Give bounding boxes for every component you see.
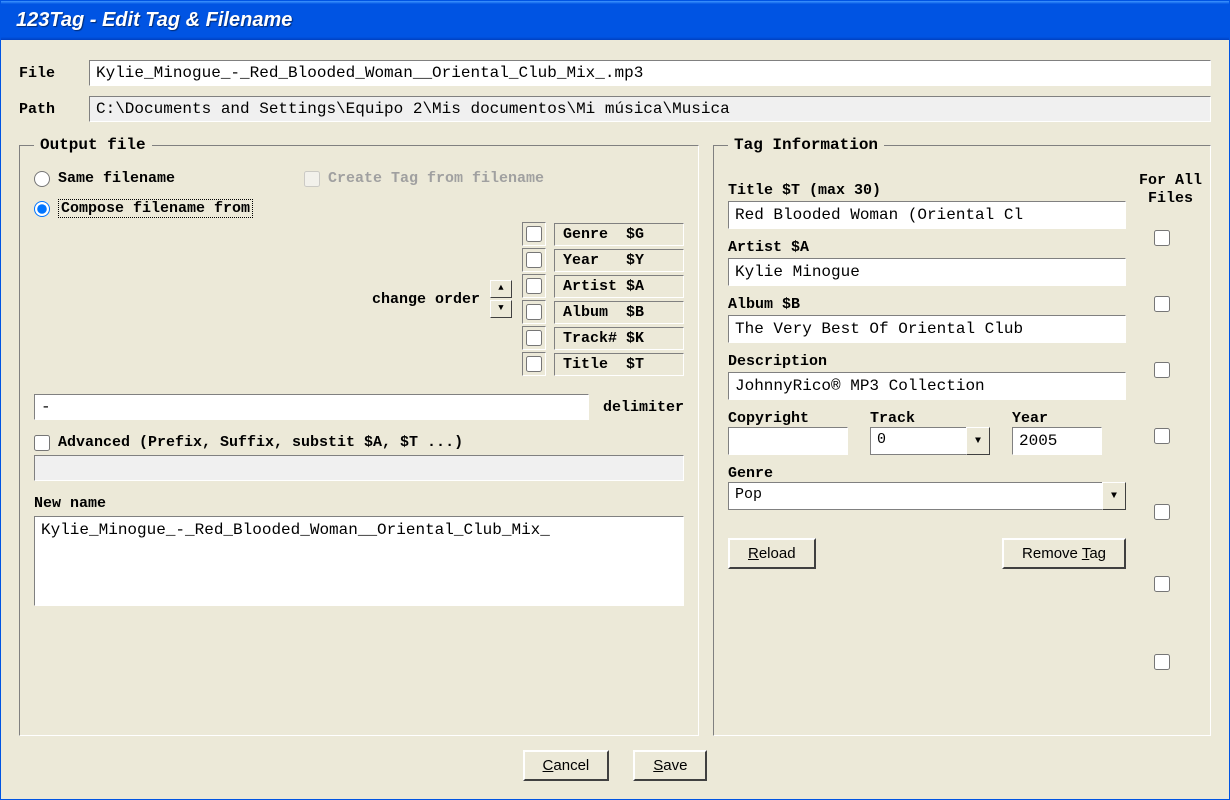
compose-track-label: Track# $K <box>554 327 684 350</box>
same-filename-radio[interactable] <box>34 171 50 187</box>
path-row: Path <box>19 96 1211 122</box>
order-up-button[interactable]: ▲ <box>490 280 512 298</box>
file-input[interactable] <box>89 60 1211 86</box>
compose-track-checkbox[interactable] <box>526 330 542 346</box>
bottom-buttons: Cancel Save <box>19 736 1211 789</box>
track-select[interactable]: 0 ▼ <box>870 427 990 455</box>
for-all-checkbox-column <box>1134 230 1190 670</box>
create-tag-label: Create Tag from filename <box>328 170 544 187</box>
compose-item-artist: Artist $A <box>522 274 684 298</box>
year-label: Year <box>1012 410 1102 427</box>
compose-item-album: Album $B <box>522 300 684 324</box>
album-label: Album $B <box>728 296 1126 313</box>
compose-artist-label: Artist $A <box>554 275 684 298</box>
artist-input[interactable] <box>728 258 1126 286</box>
for-all-cty-checkbox[interactable] <box>1154 504 1170 520</box>
for-all-album-checkbox[interactable] <box>1154 362 1170 378</box>
genre-block: Genre Pop ▼ <box>728 465 1126 510</box>
titlebar: 123Tag - Edit Tag & Filename <box>1 1 1229 40</box>
compose-album-checkbox[interactable] <box>526 304 542 320</box>
same-filename-label: Same filename <box>58 170 175 187</box>
output-file-group: Output file Same filename Create Tag fro… <box>19 136 699 736</box>
delimiter-label: delimiter <box>603 399 684 416</box>
copyright-label: Copyright <box>728 410 848 427</box>
for-all-artist-checkbox[interactable] <box>1154 296 1170 312</box>
genre-value: Pop <box>728 482 1102 510</box>
window: 123Tag - Edit Tag & Filename File Path O… <box>0 0 1230 800</box>
compose-year-label: Year $Y <box>554 249 684 272</box>
file-label: File <box>19 65 75 82</box>
for-all-genre-checkbox[interactable] <box>1154 576 1170 592</box>
for-all-description-checkbox[interactable] <box>1154 428 1170 444</box>
output-file-legend: Output file <box>34 136 152 154</box>
genre-label: Genre <box>728 465 1126 482</box>
save-button[interactable]: Save <box>633 750 707 781</box>
change-order-spinner: ▲ ▼ <box>490 280 512 318</box>
album-input[interactable] <box>728 315 1126 343</box>
compose-item-year: Year $Y <box>522 248 684 272</box>
album-block: Album $B <box>728 296 1126 343</box>
genre-dropdown-button[interactable]: ▼ <box>1102 482 1126 510</box>
reload-button[interactable]: Reload <box>728 538 816 569</box>
tag-information-legend: Tag Information <box>728 136 884 154</box>
artist-block: Artist $A <box>728 239 1126 286</box>
compose-item-genre: Genre $G <box>522 222 684 246</box>
compose-year-checkbox[interactable] <box>526 252 542 268</box>
compose-artist-checkbox[interactable] <box>526 278 542 294</box>
track-dropdown-button[interactable]: ▼ <box>966 427 990 455</box>
create-tag-checkbox-row: Create Tag from filename <box>304 170 544 187</box>
description-input[interactable] <box>728 372 1126 400</box>
compose-item-title: Title $T <box>522 352 684 376</box>
advanced-row: Advanced (Prefix, Suffix, substit $A, $T… <box>34 434 684 451</box>
tag-information-group: Tag Information For All Files Title $T (… <box>713 136 1211 736</box>
description-block: Description <box>728 353 1126 400</box>
title-input[interactable] <box>728 201 1126 229</box>
delimiter-row: delimiter <box>34 394 684 420</box>
delimiter-input[interactable] <box>34 394 589 420</box>
compose-list: Genre $G Year $Y Artist $A Album <box>522 222 684 376</box>
compose-item-track: Track# $K <box>522 326 684 350</box>
copyright-track-year-row: Copyright Track 0 ▼ Year <box>728 410 1126 455</box>
taginfo-content: Title $T (max 30) Artist $A Album $B <box>728 166 1196 569</box>
compose-title-label: Title $T <box>554 353 684 376</box>
compose-title-checkbox[interactable] <box>526 356 542 372</box>
advanced-label: Advanced (Prefix, Suffix, substit $A, $T… <box>58 434 463 451</box>
title-label: Title $T (max 30) <box>728 182 1126 199</box>
path-label: Path <box>19 101 75 118</box>
artist-label: Artist $A <box>728 239 1126 256</box>
content-area: File Path Output file Same filename Crea… <box>1 40 1229 799</box>
compose-genre-label: Genre $G <box>554 223 684 246</box>
title-block: Title $T (max 30) <box>728 182 1126 229</box>
same-filename-radio-row[interactable]: Same filename <box>34 170 175 187</box>
two-column: Output file Same filename Create Tag fro… <box>19 132 1211 736</box>
compose-area: change order ▲ ▼ Genre $G Year $Y <box>34 222 684 376</box>
compose-filename-label: Compose filename from <box>58 199 253 218</box>
compose-filename-radio-row[interactable]: Compose filename from <box>34 199 684 218</box>
year-input[interactable] <box>1012 427 1102 455</box>
for-all-remove-checkbox[interactable] <box>1154 654 1170 670</box>
track-label: Track <box>870 410 990 427</box>
new-name-input[interactable]: Kylie_Minogue_-_Red_Blooded_Woman__Orien… <box>34 516 684 606</box>
compose-filename-radio[interactable] <box>34 201 50 217</box>
genre-select[interactable]: Pop ▼ <box>728 482 1126 510</box>
compose-album-label: Album $B <box>554 301 684 324</box>
taginfo-buttons-row: Reload Remove Tag <box>728 538 1126 569</box>
file-row: File <box>19 60 1211 86</box>
track-value: 0 <box>870 427 966 455</box>
copyright-input[interactable] <box>728 427 848 455</box>
advanced-input <box>34 455 684 481</box>
create-tag-checkbox <box>304 171 320 187</box>
new-name-label: New name <box>34 495 684 512</box>
order-down-button[interactable]: ▼ <box>490 300 512 318</box>
cancel-button[interactable]: Cancel <box>523 750 610 781</box>
description-label: Description <box>728 353 1126 370</box>
path-input <box>89 96 1211 122</box>
for-all-title-checkbox[interactable] <box>1154 230 1170 246</box>
advanced-checkbox[interactable] <box>34 435 50 451</box>
change-order-label: change order <box>372 291 480 308</box>
remove-tag-button[interactable]: Remove Tag <box>1002 538 1126 569</box>
compose-genre-checkbox[interactable] <box>526 226 542 242</box>
